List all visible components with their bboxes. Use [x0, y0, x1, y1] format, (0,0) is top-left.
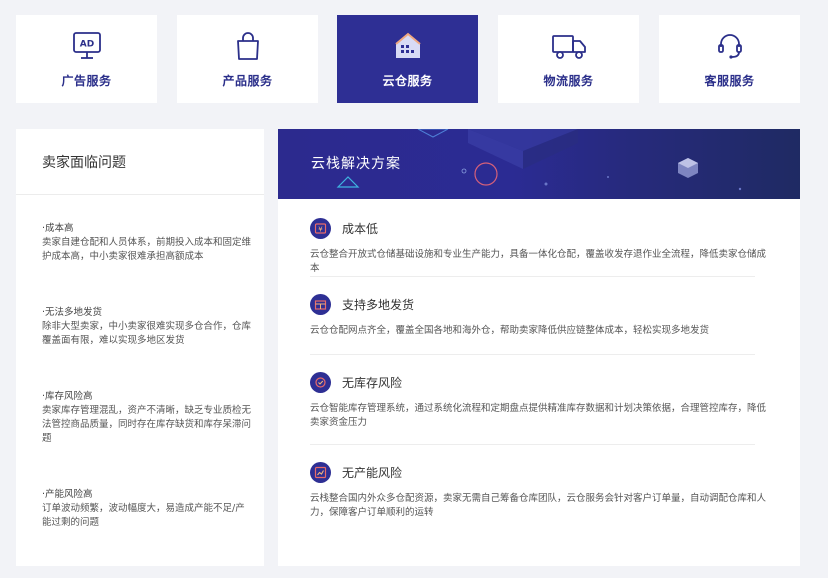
problem-desc: 卖家自建仓配和人员体系，前期投入成本和固定维护成本高，中小卖家很难承担高额成本 [42, 237, 252, 262]
tab-label: 物流服务 [543, 74, 594, 88]
feature-title: 无产能风险 [342, 465, 403, 480]
tab-logistics-service[interactable]: 物流服务 [498, 15, 639, 103]
feature-desc: 云仓仓配网点齐全，覆盖全国各地和海外仓，帮助卖家降低供应链整体成本，轻松实现多地… [310, 325, 710, 336]
problem-desc: 订单波动频繁，波动幅度大，易造成产能不足/产能过剩的问题 [42, 503, 245, 528]
solution-banner: 云栈解决方案 [278, 129, 800, 199]
service-tabs: AD 广告服务 产品服务 云仓服务 物流服务 客服服务 [16, 15, 800, 103]
problem-title: ·成本高 [42, 223, 74, 234]
cost-coin-icon: ¥ [310, 217, 331, 239]
inventory-check-icon [310, 371, 331, 393]
feature-title: 支持多地发货 [342, 297, 415, 312]
seller-problems-panel: 卖家面临问题 ·成本高 卖家自建仓配和人员体系，前期投入成本和固定维护成本高，中… [16, 129, 264, 566]
capacity-chart-icon [310, 461, 331, 483]
feature-item: 无库存风险 云仓智能库存管理系统，通过系统化流程和定期盘点提供精准库存数据和计划… [310, 371, 770, 430]
feature-item: ¥ 成本低 云仓整合开放式仓储基础设施和专业生产能力，具备一体化仓配，覆盖收发存… [310, 217, 770, 276]
feature-item: 无产能风险 云栈整合国内外众多仓配资源，卖家无需自己筹备仓库团队，云仓服务会针对… [310, 461, 770, 520]
problem-item: ·无法多地发货 除非大型卖家，中小卖家很难实现多仓合作，仓库覆盖面有限，难以实现… [42, 306, 252, 348]
divider [310, 354, 755, 355]
feature-desc: 云仓整合开放式仓储基础设施和专业生产能力，具备一体化仓配，覆盖收发存退作业全流程… [310, 249, 767, 274]
problem-title: ·库存风险高 [42, 391, 93, 402]
solution-title: 云栈解决方案 [311, 156, 401, 172]
tab-label: 广告服务 [61, 74, 112, 88]
divider [310, 444, 755, 445]
problem-desc: 除非大型卖家，中小卖家很难实现多仓合作，仓库覆盖面有限，难以实现多地区发货 [42, 321, 252, 346]
problem-title: ·无法多地发货 [42, 307, 103, 318]
tab-label: 云仓服务 [382, 74, 433, 88]
tab-ad-service[interactable]: AD 广告服务 [16, 15, 157, 103]
ad-billboard-icon: AD [67, 29, 107, 63]
feature-title: 无库存风险 [342, 375, 403, 390]
feature-desc: 云仓智能库存管理系统，通过系统化流程和定期盘点提供精准库存数据和计划决策依据，合… [310, 403, 767, 428]
svg-text:¥: ¥ [318, 225, 323, 233]
problem-item: ·产能风险高 订单波动频繁，波动幅度大，易造成产能不足/产能过剩的问题 [42, 488, 252, 530]
problem-desc: 卖家库存管理混乱，资产不清晰，缺乏专业质检无法管控商品质量，同时存在库存缺货和库… [42, 405, 252, 444]
tab-cloud-warehouse-service[interactable]: 云仓服务 [337, 15, 478, 103]
feature-item: 支持多地发货 云仓仓配网点齐全，覆盖全国各地和海外仓，帮助卖家降低供应链整体成本… [310, 293, 770, 338]
feature-desc: 云栈整合国内外众多仓配资源，卖家无需自己筹备仓库团队，云仓服务会针对客户订单量，… [310, 493, 767, 518]
tab-label: 客服服务 [704, 74, 755, 88]
tab-product-service[interactable]: 产品服务 [177, 15, 318, 103]
tab-customer-service[interactable]: 客服服务 [659, 15, 800, 103]
multi-warehouse-icon [310, 293, 331, 315]
feature-title: 成本低 [342, 221, 379, 236]
solution-panel: 云栈解决方案 ¥ 成本低 云仓整合开放式仓储基础设施和专业生产能力，具备一体化仓… [278, 129, 800, 566]
warehouse-icon [388, 29, 428, 63]
divider [310, 276, 755, 277]
shopping-bag-icon [228, 29, 268, 63]
svg-text:AD: AD [79, 40, 93, 50]
problem-item: ·库存风险高 卖家库存管理混乱，资产不清晰，缺乏专业质检无法管控商品质量，同时存… [42, 390, 252, 446]
panel-title: 卖家面临问题 [16, 129, 264, 195]
problem-title: ·产能风险高 [42, 489, 93, 500]
problem-item: ·成本高 卖家自建仓配和人员体系，前期投入成本和固定维护成本高，中小卖家很难承担… [42, 222, 252, 264]
delivery-truck-icon [549, 29, 589, 63]
tab-label: 产品服务 [222, 74, 273, 88]
headset-icon [710, 29, 750, 63]
